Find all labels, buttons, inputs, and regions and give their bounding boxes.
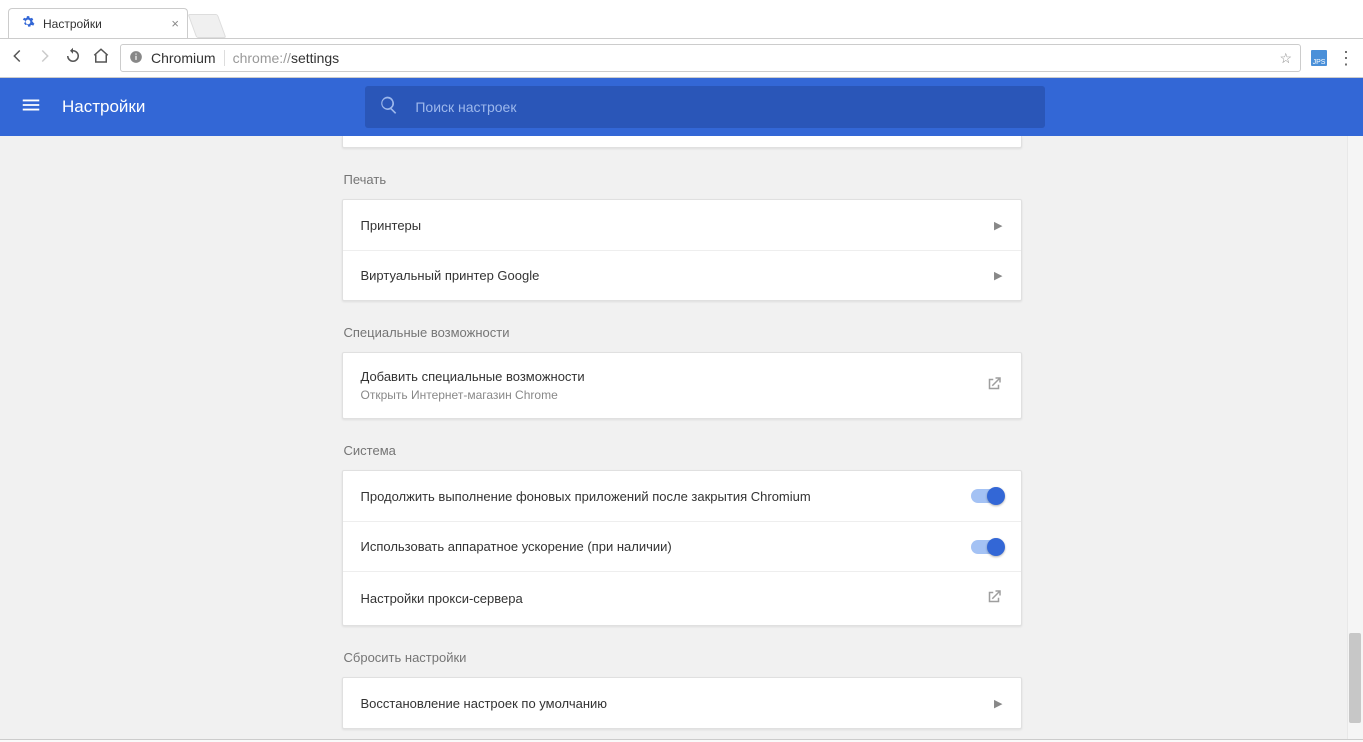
tab-close-icon[interactable]: ×: [171, 16, 179, 31]
site-info-icon[interactable]: [129, 50, 143, 67]
chevron-right-icon: ▶: [994, 269, 1002, 282]
extension-icon[interactable]: JPS: [1311, 50, 1327, 66]
row-restore-defaults[interactable]: Восстановление настроек по умолчанию ▶: [343, 678, 1021, 728]
row-cloud-print[interactable]: Виртуальный принтер Google ▶: [343, 250, 1021, 300]
settings-header: Настройки: [0, 78, 1363, 136]
previous-card-edge: [342, 136, 1022, 148]
settings-search[interactable]: [365, 86, 1045, 128]
chevron-right-icon: ▶: [994, 697, 1002, 710]
search-icon: [379, 95, 399, 120]
row-label: Продолжить выполнение фоновых приложений…: [361, 489, 811, 504]
scrollbar-track[interactable]: [1347, 136, 1363, 739]
bookmark-star-icon[interactable]: ☆: [1279, 50, 1292, 67]
back-button[interactable]: [8, 47, 26, 70]
system-card: Продолжить выполнение фоновых приложений…: [342, 470, 1022, 626]
omnibox-origin: Chromium: [151, 50, 225, 66]
address-bar[interactable]: Chromium chrome://settings ☆: [120, 44, 1301, 72]
home-button[interactable]: [92, 47, 110, 70]
row-hw-accel[interactable]: Использовать аппаратное ускорение (при н…: [343, 521, 1021, 571]
external-link-icon: [985, 375, 1003, 396]
a11y-card: Добавить специальные возможности Открыть…: [342, 352, 1022, 419]
row-label: Использовать аппаратное ускорение (при н…: [361, 539, 672, 554]
browser-menu-button[interactable]: ⋮: [1337, 48, 1355, 69]
row-label: Восстановление настроек по умолчанию: [361, 696, 608, 711]
settings-content: Печать Принтеры ▶ Виртуальный принтер Go…: [0, 136, 1363, 742]
row-add-a11y[interactable]: Добавить специальные возможности Открыть…: [343, 353, 1021, 418]
print-card: Принтеры ▶ Виртуальный принтер Google ▶: [342, 199, 1022, 301]
reset-card: Восстановление настроек по умолчанию ▶: [342, 677, 1022, 729]
reload-button[interactable]: [64, 47, 82, 70]
row-label: Настройки прокси-сервера: [361, 591, 523, 606]
row-label: Виртуальный принтер Google: [361, 268, 540, 283]
row-label: Добавить специальные возможности: [361, 369, 585, 384]
section-title-system: Система: [342, 419, 1022, 470]
omnibox-url: chrome://settings: [233, 50, 340, 66]
row-sublabel: Открыть Интернет-магазин Chrome: [361, 388, 585, 402]
external-link-icon: [985, 588, 1003, 609]
tab-strip: Настройки ×: [0, 0, 1363, 38]
row-label: Принтеры: [361, 218, 422, 233]
row-proxy[interactable]: Настройки прокси-сервера: [343, 571, 1021, 625]
toggle-hw-accel[interactable]: [971, 540, 1003, 554]
forward-button[interactable]: [36, 47, 54, 70]
menu-icon[interactable]: [20, 94, 42, 121]
gear-icon: [21, 15, 35, 32]
tab-title: Настройки: [43, 17, 102, 31]
scrollbar-thumb[interactable]: [1349, 633, 1361, 723]
row-background-apps[interactable]: Продолжить выполнение фоновых приложений…: [343, 471, 1021, 521]
section-title-reset: Сбросить настройки: [342, 626, 1022, 677]
toggle-background-apps[interactable]: [971, 489, 1003, 503]
row-printers[interactable]: Принтеры ▶: [343, 200, 1021, 250]
tab-settings[interactable]: Настройки ×: [8, 8, 188, 38]
page-title: Настройки: [62, 97, 145, 117]
section-title-a11y: Специальные возможности: [342, 301, 1022, 352]
new-tab-button[interactable]: [188, 14, 227, 38]
section-title-print: Печать: [342, 148, 1022, 199]
chevron-right-icon: ▶: [994, 219, 1002, 232]
search-input[interactable]: [415, 99, 1031, 115]
browser-toolbar: Chromium chrome://settings ☆ JPS ⋮: [0, 38, 1363, 78]
